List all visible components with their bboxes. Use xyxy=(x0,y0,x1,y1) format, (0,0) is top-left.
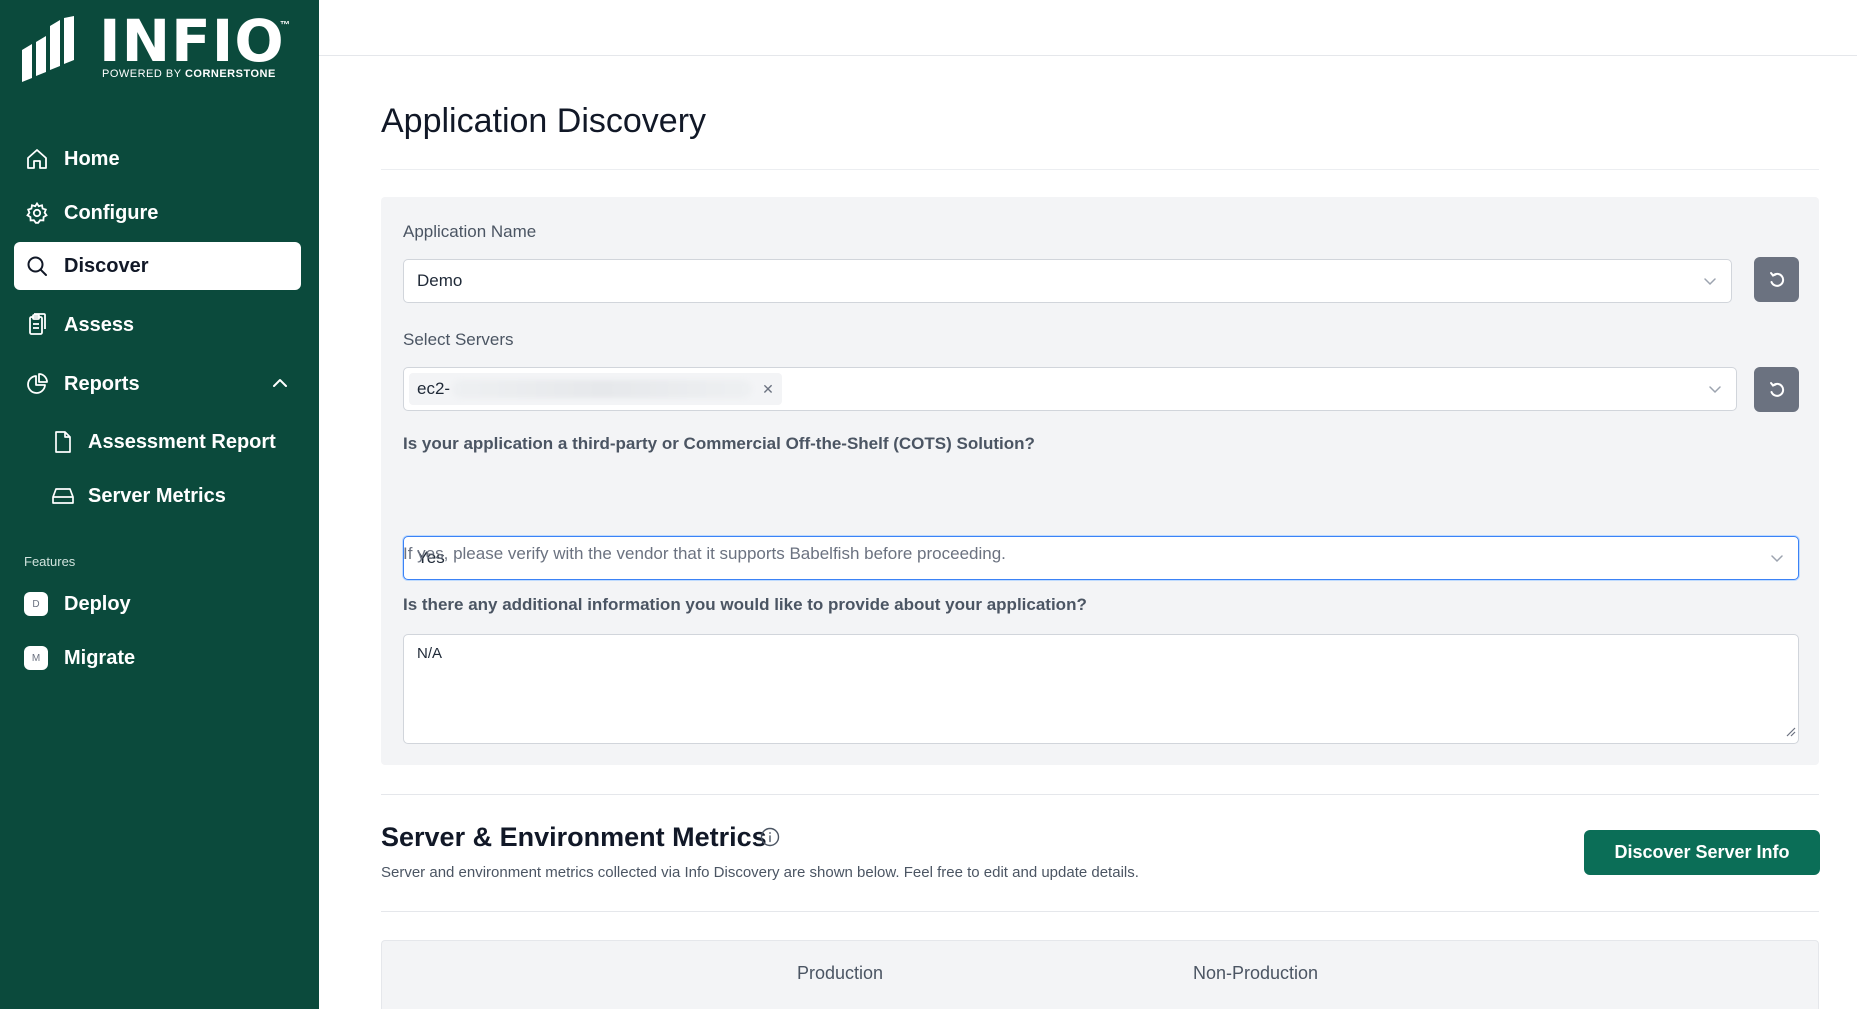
sidebar-item-label: Configure xyxy=(64,201,159,224)
cots-hint: If yes, please verify with the vendor th… xyxy=(403,544,1006,563)
top-bar xyxy=(319,0,1857,56)
chevron-down-icon xyxy=(1703,273,1717,293)
sidebar-subitem-label: Server Metrics xyxy=(88,484,226,507)
discover-server-info-button[interactable]: Discover Server Info xyxy=(1584,830,1820,875)
metrics-section-title: Server & Environment Metrics xyxy=(381,822,767,852)
sidebar-subitem-assessment-report[interactable]: Assessment Report xyxy=(46,420,301,464)
sidebar-item-discover[interactable]: Discover xyxy=(14,242,301,290)
metrics-table-header: Production Non-Production xyxy=(381,940,1819,1009)
select-servers-label: Select Servers xyxy=(403,330,514,349)
sidebar-item-label: Home xyxy=(64,147,120,170)
sidebar-item-label: Reports xyxy=(64,372,140,395)
sidebar-item-label: Migrate xyxy=(64,646,136,669)
refresh-icon xyxy=(1769,381,1784,397)
sidebar-subitem-label: Assessment Report xyxy=(88,430,276,453)
document-icon xyxy=(52,430,74,454)
application-name-value: Demo xyxy=(417,271,463,290)
application-name-select[interactable]: Demo xyxy=(403,259,1732,303)
cots-question-label: Is your application a third-party or Com… xyxy=(403,434,1035,453)
section-divider xyxy=(381,794,1819,795)
brand-logo[interactable]: INFIO ™ POWERED BY CORNERSTONE xyxy=(22,8,302,84)
remove-server-icon[interactable]: ✕ xyxy=(762,381,774,398)
pie-chart-icon xyxy=(24,371,50,397)
sidebar-subitem-server-metrics[interactable]: Server Metrics xyxy=(46,474,301,518)
sidebar: INFIO ™ POWERED BY CORNERSTONE Home Conf… xyxy=(0,0,319,1009)
additional-info-value: N/A xyxy=(417,645,443,662)
chevron-down-icon xyxy=(1770,550,1784,570)
redacted-server-name xyxy=(452,380,753,398)
sidebar-item-home[interactable]: Home xyxy=(14,135,301,183)
chevron-up-icon[interactable] xyxy=(271,374,289,398)
server-tag: ec2- ✕ xyxy=(409,373,782,405)
select-servers-multiselect[interactable]: ec2- ✕ xyxy=(403,367,1737,411)
deploy-badge-icon: D xyxy=(24,592,48,616)
main-content: Application Discovery Application Name D… xyxy=(319,56,1857,1009)
refresh-servers-button[interactable] xyxy=(1754,367,1799,412)
brand-tm: ™ xyxy=(280,20,290,31)
sidebar-item-label: Deploy xyxy=(64,592,131,615)
chevron-down-icon xyxy=(1708,381,1722,401)
gear-icon xyxy=(24,200,50,226)
app-root: INFIO ™ POWERED BY CORNERSTONE Home Conf… xyxy=(0,0,1857,1009)
sidebar-item-configure[interactable]: Configure xyxy=(14,189,301,237)
clipboard-icon xyxy=(24,312,50,338)
migrate-badge-icon: M xyxy=(24,646,48,670)
brand-tagline: POWERED BY CORNERSTONE xyxy=(102,68,276,80)
section-divider xyxy=(381,911,1819,912)
additional-info-label: Is there any additional information you … xyxy=(403,595,1087,614)
search-icon xyxy=(24,253,50,279)
sidebar-item-reports[interactable]: Reports xyxy=(14,360,301,408)
refresh-icon xyxy=(1769,271,1784,287)
info-icon[interactable] xyxy=(760,827,780,852)
features-section-label: Features xyxy=(24,554,76,569)
sidebar-item-migrate[interactable]: M Migrate xyxy=(14,634,301,682)
home-icon xyxy=(24,146,50,172)
brand-name: INFIO xyxy=(99,7,285,75)
hard-drive-icon xyxy=(52,484,74,508)
additional-info-textarea[interactable]: N/A xyxy=(403,634,1799,744)
brand-tagline-prefix: POWERED BY xyxy=(102,68,185,80)
page-title: Application Discovery xyxy=(381,102,707,140)
brand-tagline-brand: CORNERSTONE xyxy=(184,68,276,80)
sidebar-item-assess[interactable]: Assess xyxy=(14,301,301,349)
metrics-section-description: Server and environment metrics collected… xyxy=(381,864,1139,881)
column-header-production: Production xyxy=(797,963,884,983)
sidebar-item-label: Discover xyxy=(64,254,149,277)
column-header-non-production: Non-Production xyxy=(1193,963,1319,983)
server-tag-label: ec2- xyxy=(417,379,451,398)
application-name-label: Application Name xyxy=(403,222,537,241)
title-divider xyxy=(381,169,1819,170)
resize-handle-icon[interactable] xyxy=(1786,724,1796,741)
sidebar-item-label: Assess xyxy=(64,313,135,336)
refresh-applications-button[interactable] xyxy=(1754,257,1799,302)
application-form-panel: Application Name Demo Select Servers ec2… xyxy=(381,197,1819,765)
sidebar-item-deploy[interactable]: D Deploy xyxy=(14,580,301,628)
logo-bars-icon xyxy=(22,16,74,82)
